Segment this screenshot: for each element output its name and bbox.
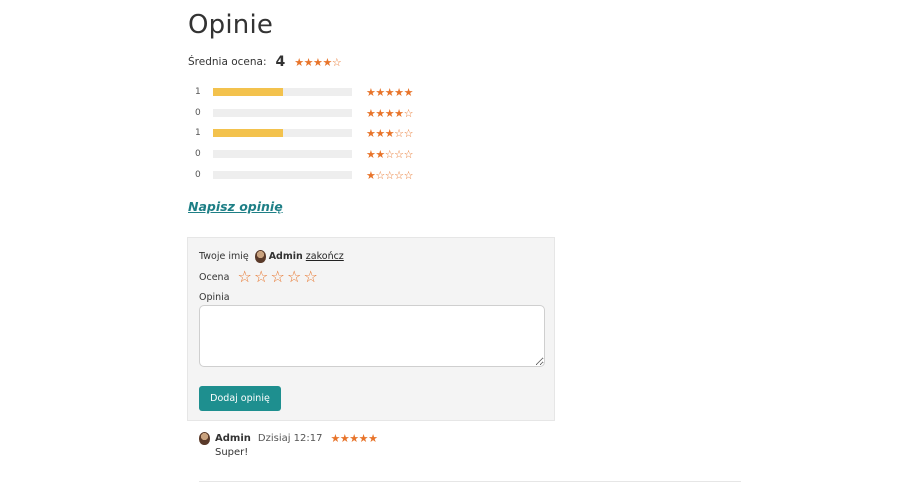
add-review-button[interactable]: Dodaj opinię: [199, 386, 281, 411]
histogram-stars[interactable]: ★ ★ ☆ ☆ ☆: [366, 149, 413, 160]
star-outline-icon[interactable]: ☆: [404, 149, 414, 160]
histogram-row-2: 0 ★ ★ ☆ ☆ ☆: [195, 149, 413, 160]
star-filled-icon: ★: [303, 55, 314, 69]
divider: [199, 481, 741, 482]
star-outline-icon[interactable]: ☆: [236, 269, 253, 285]
histogram-stars[interactable]: ★ ★ ★ ★ ☆: [366, 108, 413, 119]
star-filled-icon[interactable]: ★: [385, 108, 395, 119]
review-item: Admin Dzisiaj 12:17 ★ ★ ★ ★ ★ Super!: [199, 432, 378, 458]
star-filled-icon: ★: [294, 55, 305, 69]
histogram-count: 0: [195, 170, 201, 180]
star-outline-icon: ☆: [331, 55, 342, 69]
histogram-bar-fill: [213, 88, 283, 96]
star-filled-icon: ★: [349, 432, 360, 445]
star-filled-icon[interactable]: ★: [385, 128, 395, 139]
histogram-bar: [213, 171, 352, 179]
review-author: Admin: [215, 433, 251, 444]
review-text: Super!: [215, 447, 249, 458]
average-rating-value: 4: [275, 54, 286, 70]
logout-link[interactable]: zakończ: [306, 251, 344, 262]
histogram-row-1: 0 ★ ☆ ☆ ☆ ☆: [195, 170, 413, 181]
star-filled-icon[interactable]: ★: [366, 108, 376, 119]
star-filled-icon[interactable]: ★: [366, 170, 376, 181]
histogram-bar: [213, 88, 352, 96]
review-stars: ★ ★ ★ ★ ★: [331, 433, 378, 444]
rating-input-stars[interactable]: ☆ ☆ ☆ ☆ ☆: [236, 269, 319, 285]
star-outline-icon[interactable]: ☆: [302, 269, 319, 285]
star-filled-icon: ★: [330, 432, 341, 445]
star-filled-icon[interactable]: ★: [366, 128, 376, 139]
star-outline-icon[interactable]: ☆: [394, 149, 404, 160]
histogram-bar: [213, 129, 352, 137]
star-filled-icon: ★: [339, 432, 350, 445]
histogram-count: 0: [195, 149, 201, 159]
name-row: Twoje imię Admin zakończ: [199, 250, 344, 263]
histogram-count: 0: [195, 108, 201, 118]
star-outline-icon[interactable]: ☆: [269, 269, 286, 285]
histogram-bar: [213, 109, 352, 117]
page-title: Opinie: [188, 10, 274, 40]
review-header: Admin Dzisiaj 12:17 ★ ★ ★ ★ ★: [199, 432, 378, 445]
star-filled-icon: ★: [313, 55, 323, 69]
histogram-stars[interactable]: ★ ★ ★ ☆ ☆: [366, 128, 413, 139]
star-outline-icon[interactable]: ☆: [394, 128, 404, 139]
average-rating: Średnia ocena: 4 ★ ★ ★ ★ ☆: [188, 54, 342, 70]
opinion-label: Opinia: [199, 292, 230, 303]
star-filled-icon: ★: [358, 432, 369, 445]
star-filled-icon: ★: [368, 432, 378, 445]
write-review-link[interactable]: Napisz opinię: [188, 199, 283, 214]
star-filled-icon[interactable]: ★: [385, 87, 395, 98]
histogram-row-4: 0 ★ ★ ★ ★ ☆: [195, 108, 413, 119]
star-outline-icon[interactable]: ☆: [394, 170, 404, 181]
star-filled-icon: ★: [322, 55, 333, 69]
user-avatar-icon: [199, 432, 210, 445]
star-outline-icon[interactable]: ☆: [404, 108, 414, 119]
histogram-bar: [213, 150, 352, 158]
star-filled-icon[interactable]: ★: [394, 108, 404, 119]
histogram-stars[interactable]: ★ ★ ★ ★ ★: [366, 87, 413, 98]
histogram-row-3: 1 ★ ★ ★ ☆ ☆: [195, 128, 413, 139]
star-outline-icon[interactable]: ☆: [253, 269, 270, 285]
rating-row: Ocena ☆ ☆ ☆ ☆ ☆: [199, 269, 319, 285]
star-filled-icon[interactable]: ★: [375, 149, 385, 160]
histogram-stars[interactable]: ★ ☆ ☆ ☆ ☆: [366, 170, 413, 181]
histogram-count: 1: [195, 87, 201, 97]
star-filled-icon[interactable]: ★: [404, 87, 414, 98]
star-filled-icon[interactable]: ★: [375, 87, 385, 98]
star-filled-icon[interactable]: ★: [366, 149, 376, 160]
average-rating-stars: ★ ★ ★ ★ ☆: [294, 57, 341, 68]
star-filled-icon[interactable]: ★: [366, 87, 376, 98]
rating-label: Ocena: [199, 271, 230, 283]
user-avatar-icon: [254, 250, 266, 263]
histogram-row-5: 1 ★ ★ ★ ★ ★: [195, 87, 413, 98]
review-form: Twoje imię Admin zakończ Ocena ☆ ☆ ☆ ☆ ☆ Opi…: [187, 237, 555, 421]
star-outline-icon[interactable]: ☆: [404, 170, 414, 181]
histogram-bar-fill: [213, 129, 283, 137]
star-outline-icon[interactable]: ☆: [404, 128, 414, 139]
star-outline-icon[interactable]: ☆: [286, 269, 303, 285]
average-rating-label: Średnia ocena:: [188, 56, 267, 68]
review-time: Dzisiaj 12:17: [257, 433, 323, 444]
star-filled-icon[interactable]: ★: [375, 128, 385, 139]
star-outline-icon[interactable]: ☆: [375, 170, 385, 181]
star-outline-icon[interactable]: ☆: [385, 149, 395, 160]
opinion-textarea[interactable]: [199, 305, 545, 367]
star-filled-icon[interactable]: ★: [375, 108, 385, 119]
name-label: Twoje imię: [199, 251, 249, 262]
star-filled-icon[interactable]: ★: [394, 87, 404, 98]
star-outline-icon[interactable]: ☆: [385, 170, 395, 181]
histogram-count: 1: [195, 128, 201, 138]
user-name: Admin: [268, 251, 303, 262]
